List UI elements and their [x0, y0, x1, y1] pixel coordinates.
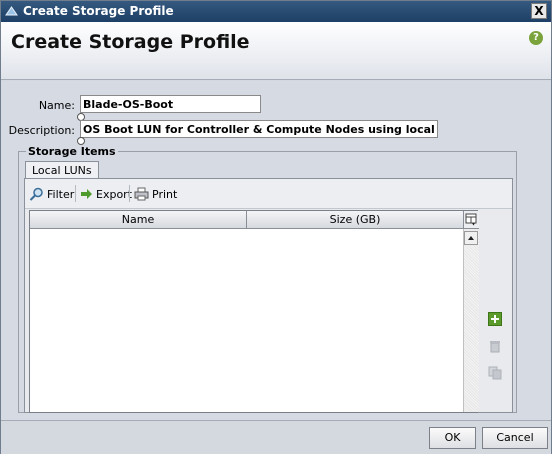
- export-button[interactable]: Export: [80, 186, 132, 202]
- add-button[interactable]: [488, 312, 502, 326]
- field-marker-icon: [77, 137, 85, 145]
- close-button[interactable]: X: [531, 3, 547, 19]
- dialog-content: Name: Blade-OS-Boot Description: OS Boot…: [1, 81, 551, 420]
- export-label: Export: [96, 187, 133, 201]
- properties-button[interactable]: [488, 366, 502, 380]
- trash-icon: [490, 341, 500, 353]
- cancel-button[interactable]: Cancel: [482, 427, 548, 449]
- vertical-scrollbar[interactable]: [463, 229, 479, 412]
- export-arrow-icon: [81, 189, 92, 199]
- help-icon[interactable]: ?: [529, 31, 543, 45]
- column-header-size[interactable]: Size (GB): [247, 211, 464, 229]
- title-bar[interactable]: Create Storage Profile X: [1, 1, 551, 22]
- description-label: Description:: [8, 124, 75, 137]
- window-title: Create Storage Profile: [23, 4, 174, 18]
- column-chooser-icon: [465, 213, 477, 226]
- name-label: Name:: [38, 99, 75, 112]
- plus-icon: [488, 312, 502, 326]
- local-luns-table: Name Size (GB): [29, 210, 479, 413]
- print-button[interactable]: Print: [134, 186, 177, 202]
- ok-button[interactable]: OK: [429, 427, 476, 449]
- column-chooser-button[interactable]: [464, 211, 479, 229]
- scroll-up-button[interactable]: [464, 231, 478, 245]
- dialog-header: Create Storage Profile ?: [1, 22, 551, 80]
- local-luns-panel: Filter Export Print Name Size (GB): [24, 178, 513, 413]
- app-icon: [5, 5, 18, 17]
- properties-icon: [488, 366, 502, 380]
- description-field[interactable]: OS Boot LUN for Controller & Compute Nod…: [80, 120, 438, 138]
- printer-icon: [134, 187, 149, 201]
- create-storage-profile-dialog: Create Storage Profile X Create Storage …: [0, 0, 552, 454]
- filter-label: Filter: [47, 187, 75, 201]
- name-field[interactable]: Blade-OS-Boot: [80, 95, 261, 113]
- filter-button[interactable]: Filter: [29, 186, 74, 202]
- arrow-up-icon: [468, 236, 474, 240]
- toolbar-divider: [129, 185, 130, 202]
- filter-icon: [29, 187, 43, 201]
- toolbar-divider: [75, 185, 76, 202]
- dialog-footer: OK Cancel: [1, 420, 551, 454]
- print-label: Print: [152, 187, 178, 201]
- grid-toolbar: Filter Export Print: [25, 179, 512, 209]
- delete-button[interactable]: [488, 339, 502, 353]
- page-title: Create Storage Profile: [11, 31, 250, 53]
- tab-local-luns[interactable]: Local LUNs: [25, 161, 99, 179]
- storage-items-label: Storage Items: [26, 145, 118, 158]
- column-header-name[interactable]: Name: [30, 211, 247, 229]
